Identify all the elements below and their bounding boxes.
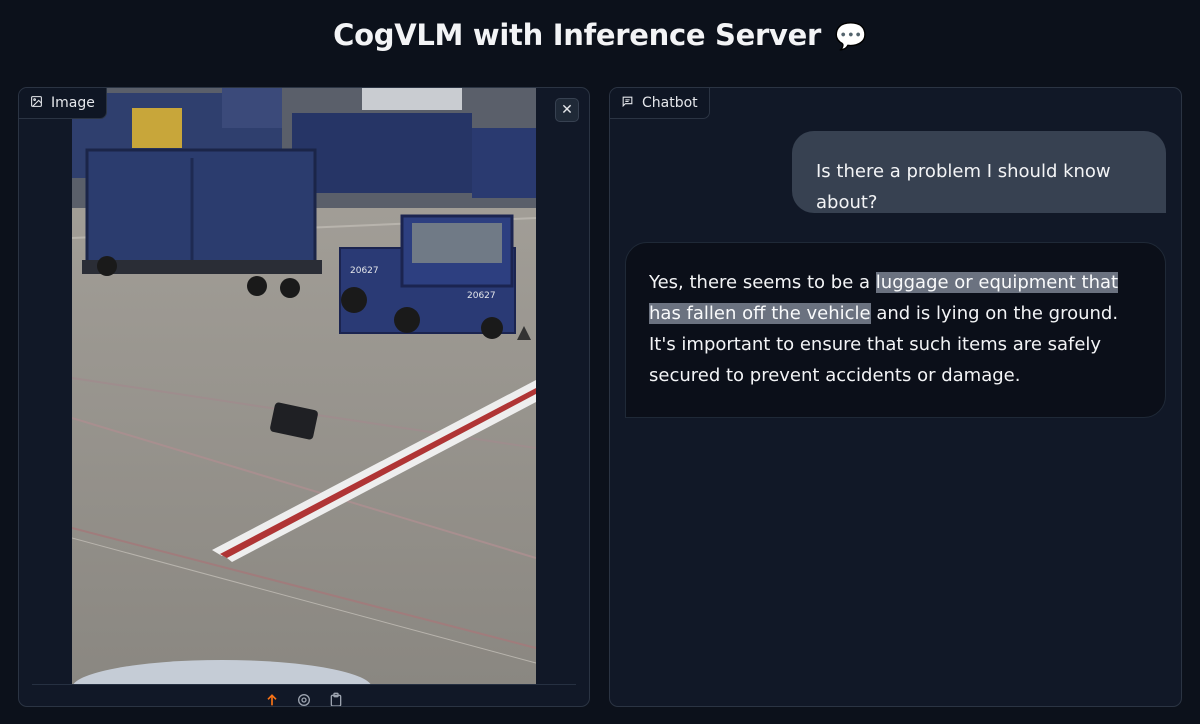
chatbot-panel-label-text: Chatbot xyxy=(642,95,698,111)
vehicle-number-front: 20627 xyxy=(467,291,496,301)
vehicle-number-side: 20627 xyxy=(350,266,379,276)
user-message: Is there a problem I should know about? xyxy=(792,131,1166,213)
close-icon: ✕ xyxy=(561,102,573,118)
image-panel-label-text: Image xyxy=(51,95,95,111)
chat-icon xyxy=(621,95,634,112)
chatbot-panel: Chatbot Is there a problem I should know… xyxy=(609,87,1182,707)
uploaded-image: 20627 20627 xyxy=(72,88,536,684)
bot-message: Yes, there seems to be a luggage or equi… xyxy=(625,242,1166,418)
image-icon xyxy=(30,95,43,112)
bot-message-text-pre: Yes, there seems to be a xyxy=(649,272,876,293)
user-message-text: Is there a problem I should know about? xyxy=(816,161,1111,213)
speech-bubble-emoji: 💬 xyxy=(834,22,867,52)
chatbot-panel-label: Chatbot xyxy=(610,88,710,119)
toolbar-divider xyxy=(32,684,576,685)
page-title: CogVLM with Inference Server 💬 xyxy=(0,18,1200,52)
webcam-icon[interactable] xyxy=(296,692,312,706)
clear-image-button[interactable]: ✕ xyxy=(555,98,579,122)
image-panel-label: Image xyxy=(19,88,107,119)
image-source-toolbar xyxy=(19,692,589,706)
clipboard-icon[interactable] xyxy=(328,692,344,706)
image-panel: Image ✕ 20627 20627 xyxy=(18,87,590,707)
page-title-text: CogVLM with Inference Server xyxy=(333,18,821,52)
upload-icon[interactable] xyxy=(264,692,280,706)
